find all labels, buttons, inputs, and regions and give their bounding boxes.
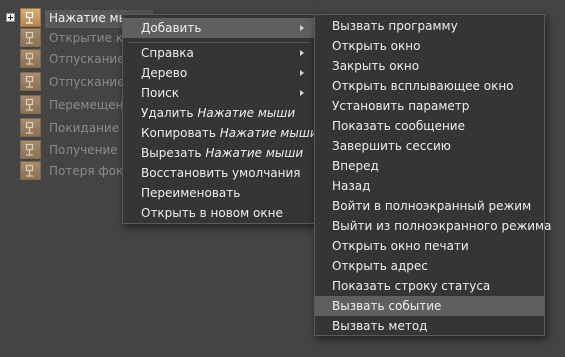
menu-item-search[interactable]: Поиск (123, 83, 315, 103)
tree-item[interactable]: Покидание м (0, 118, 122, 138)
submenu-item[interactable]: Открыть окно (315, 36, 544, 56)
menu-item-action: Копировать (141, 126, 216, 140)
tree-list-viewport: Открытие ко Отпускание к Отпускание (0, 0, 122, 200)
submenu-item-label: Войти в полноэкранный режим (332, 199, 532, 213)
tree-item[interactable]: Перемещени (0, 95, 122, 115)
submenu-item[interactable]: Вызвать программу (315, 16, 544, 36)
submenu-item-label: Вызвать метод (332, 319, 428, 333)
menu-item-label: Переименовать (141, 186, 241, 200)
submenu-arrow-icon (300, 25, 304, 31)
menu-item-restore-defaults[interactable]: Восстановить умолчания (123, 163, 315, 183)
tree-item[interactable]: Потеря фокус (0, 161, 122, 181)
tree-item[interactable]: Отпускание м (0, 72, 122, 92)
menu-item-label: Копировать Нажатие мыши (141, 123, 318, 143)
submenu-item[interactable]: Открыть окно печати (315, 236, 544, 256)
submenu-item-label: Открыть окно (332, 39, 421, 53)
menu-item-open-new-window[interactable]: Открыть в новом окне (123, 203, 315, 223)
menu-item-rename[interactable]: Переименовать (123, 183, 315, 203)
tree-item[interactable]: Открытие ко (0, 28, 122, 48)
submenu-item-label: Назад (332, 179, 371, 193)
event-icon (20, 95, 41, 114)
submenu-item[interactable]: Назад (315, 176, 544, 196)
menu-item-cut[interactable]: Вырезать Нажатие мыши (123, 143, 315, 163)
submenu-item[interactable]: Открыть всплывающее окно (315, 76, 544, 96)
menu-item-label: Поиск (141, 86, 180, 100)
event-icon (20, 28, 41, 47)
tree-item-label: Потеря фокус (49, 164, 122, 178)
menu-item-label: Вырезать Нажатие мыши (141, 143, 303, 163)
submenu-item-label: Открыть адрес (332, 259, 428, 273)
submenu-arrow-icon (300, 50, 304, 56)
menu-item-label: Удалить Нажатие мыши (141, 103, 295, 123)
submenu-item-label: Открыть окно печати (332, 239, 469, 253)
event-icon (20, 140, 41, 159)
submenu-item[interactable]: Вперед (315, 156, 544, 176)
submenu-item-label: Вызвать событие (332, 299, 442, 313)
submenu-arrow-icon (300, 90, 304, 96)
menu-item-add[interactable]: Добавить (123, 18, 315, 38)
submenu-arrow-icon (300, 70, 304, 76)
submenu-item-label: Вперед (332, 159, 379, 173)
menu-item-action: Удалить (141, 106, 194, 120)
menu-item-label: Справка (141, 46, 194, 60)
menu-item-label: Восстановить умолчания (141, 166, 301, 180)
submenu-item-label: Закрыть окно (332, 59, 420, 73)
menu-item-label: Дерево (141, 66, 188, 80)
menu-item-action: Вырезать (141, 146, 202, 160)
submenu-item[interactable]: Установить параметр (315, 96, 544, 116)
menu-item-label: Открыть в новом окне (141, 206, 283, 220)
menu-item-help[interactable]: Справка (123, 43, 315, 63)
add-submenu: Вызвать программу Открыть окно Закрыть о… (314, 14, 551, 336)
tree-item[interactable]: Получение ф (0, 140, 122, 160)
submenu-item-label: Завершить сессию (332, 139, 451, 153)
context-menu: Добавить Справка Дерево Поиск Удалить На… (122, 14, 318, 224)
event-icon (20, 161, 41, 180)
submenu-item[interactable]: Вызвать метод (315, 316, 544, 336)
submenu-item-label: Показать сообщение (332, 119, 465, 133)
event-icon (20, 118, 41, 137)
menu-item-tree[interactable]: Дерево (123, 63, 315, 83)
tree-item[interactable]: Отпускание к (0, 49, 122, 69)
submenu-item-label: Установить параметр (332, 99, 470, 113)
submenu-item-label: Открыть всплывающее окно (332, 79, 514, 93)
menu-item-target: Нажатие мыши (219, 126, 318, 140)
submenu-item[interactable]: Показать сообщение (315, 116, 544, 136)
menu-item-target: Нажатие мыши (197, 106, 296, 120)
menu-item-copy[interactable]: Копировать Нажатие мыши (123, 123, 318, 143)
menu-item-delete[interactable]: Удалить Нажатие мыши (123, 103, 315, 123)
tree-item-label: Отпускание м (49, 75, 122, 89)
tree-item-label: Отпускание к (49, 52, 122, 66)
tree-item-label: Покидание м (49, 121, 122, 135)
submenu-item-label: Выйти из полноэкранного режима (332, 219, 552, 233)
submenu-item[interactable]: Выйти из полноэкранного режима (315, 216, 551, 236)
submenu-item[interactable]: Войти в полноэкранный режим (315, 196, 544, 216)
menu-item-label: Добавить (141, 21, 202, 35)
submenu-item[interactable]: Закрыть окно (315, 56, 544, 76)
submenu-item[interactable]: Показать строку статуса (315, 276, 544, 296)
tree-item-label: Открытие ко (49, 31, 122, 45)
event-icon (20, 72, 41, 91)
menu-item-target: Нажатие мыши (205, 146, 304, 160)
tree-item-label: Получение ф (49, 143, 122, 157)
submenu-item-call-event[interactable]: Вызвать событие (315, 296, 544, 316)
event-icon (20, 49, 41, 68)
tree-item-label: Перемещени (49, 98, 122, 112)
submenu-item-label: Показать строку статуса (332, 279, 491, 293)
submenu-item-label: Вызвать программу (332, 19, 458, 33)
submenu-item[interactable]: Завершить сессию (315, 136, 544, 156)
submenu-item[interactable]: Открыть адрес (315, 256, 544, 276)
